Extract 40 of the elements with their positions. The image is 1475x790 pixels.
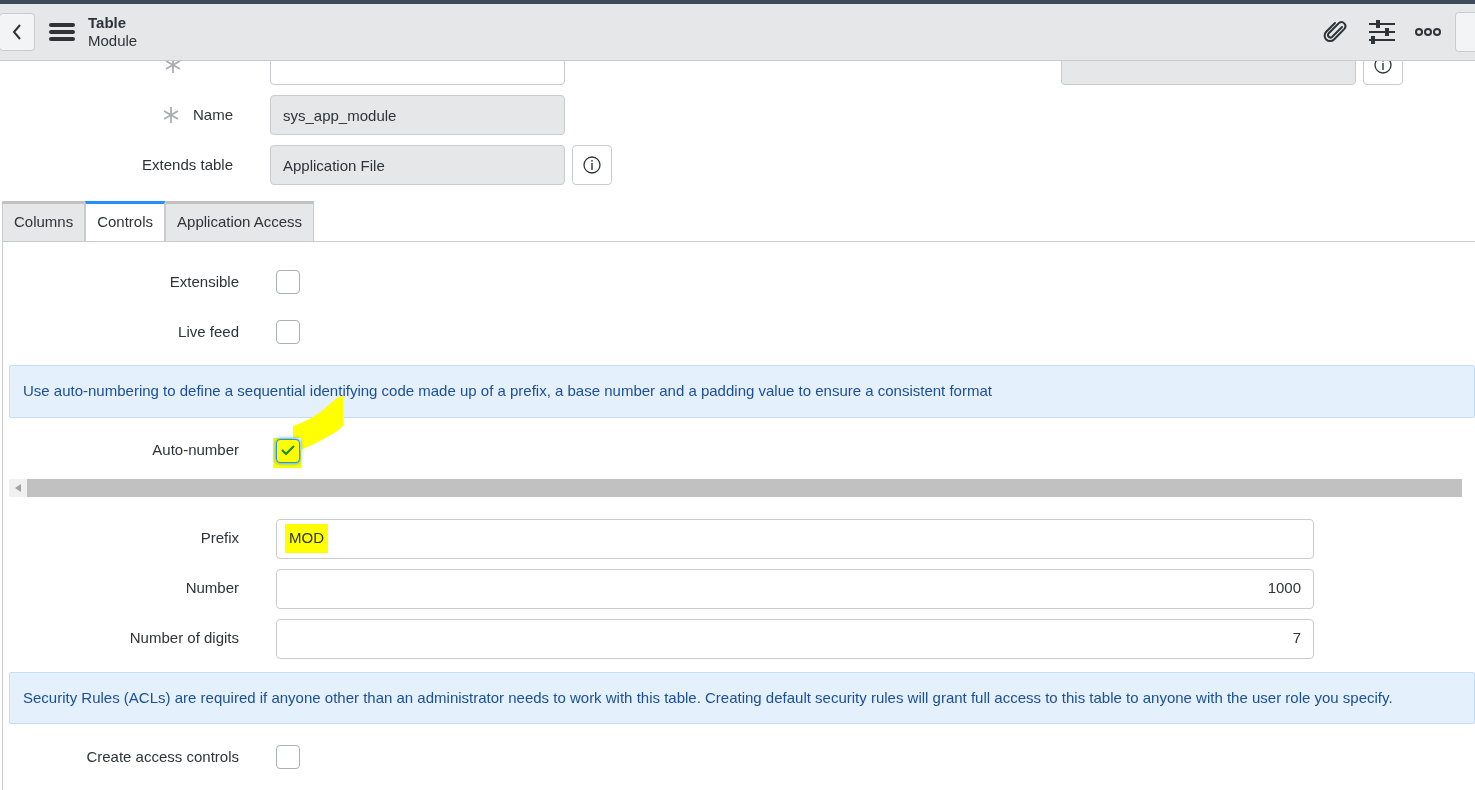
checkbox[interactable] — [276, 438, 300, 463]
info-message: Use auto-numbering to define a sequential identifying code made up of a prefix, a base number and a padding value to ensure a consistent format — [9, 365, 1475, 418]
more-icon[interactable] — [1415, 27, 1441, 37]
header-title: Table — [88, 14, 128, 32]
text-field[interactable]: MOD — [276, 518, 1314, 559]
sliders-icon[interactable] — [1369, 20, 1395, 44]
text-field[interactable]: 1000 — [276, 568, 1314, 609]
menu-icon[interactable] — [49, 22, 75, 42]
checkbox[interactable] — [276, 745, 300, 769]
tab[interactable]: Application Access — [165, 201, 315, 241]
paperclip-icon[interactable] — [1323, 19, 1349, 45]
info-button[interactable] — [572, 145, 612, 185]
field-value: 1000 — [1267, 578, 1301, 599]
checkbox-label: Extensible — [168, 271, 239, 292]
checkbox-label: Live feed — [177, 321, 239, 342]
info-icon — [583, 156, 601, 174]
field-label: Name — [193, 104, 233, 125]
header-subtitle: Module — [88, 32, 138, 50]
chevron-left-icon — [12, 24, 22, 40]
field-label: Extends table — [142, 154, 233, 175]
checkbox-label: Auto-number — [151, 440, 239, 461]
text-field[interactable]: Application File — [270, 145, 565, 185]
checkbox[interactable] — [276, 320, 300, 344]
checkmark-icon — [281, 445, 295, 456]
header-button[interactable] — [1455, 12, 1475, 52]
field-label: Number — [184, 578, 239, 599]
field-label: Number of digits — [128, 628, 239, 649]
tab[interactable]: Controls — [85, 201, 166, 241]
tab[interactable]: Columns — [2, 201, 86, 241]
checkbox[interactable] — [276, 270, 300, 294]
info-icon — [1374, 61, 1392, 74]
field-value: 7 — [1292, 628, 1301, 649]
field-value: MOD — [285, 524, 328, 553]
info-message: Security Rules (ACLs) are required if anyone other than an administrator needs to work with this table. Creating default security rules will grant full access to this table to anyone with the user role you specify. — [9, 671, 1475, 724]
text-field[interactable]: 7 — [276, 618, 1314, 659]
checkbox-label: Create access controls — [85, 746, 239, 767]
field-label: Prefix — [199, 528, 239, 549]
back-button[interactable] — [0, 13, 35, 51]
text-field[interactable]: sys_app_module — [270, 95, 565, 135]
arrow-left-icon[interactable] — [15, 483, 21, 492]
